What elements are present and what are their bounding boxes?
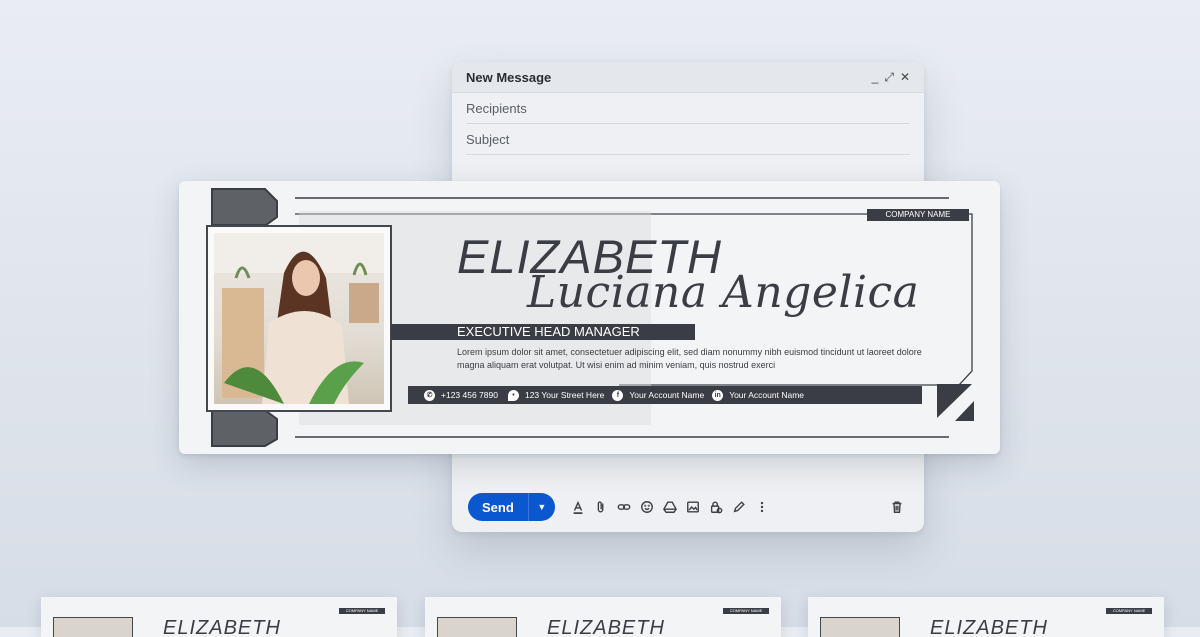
thumbnail-name: ELIZABETH xyxy=(163,617,281,637)
format-text-icon[interactable] xyxy=(567,496,590,519)
profile-illustration xyxy=(214,233,384,404)
link-icon[interactable] xyxy=(613,496,636,519)
contact-phone: ✆ +123 456 7890 xyxy=(424,389,498,401)
thumbnail-company: COMPANY NAME xyxy=(1106,608,1152,614)
drive-icon[interactable] xyxy=(659,496,682,519)
compose-title: New Message xyxy=(466,69,552,85)
attach-icon[interactable] xyxy=(590,496,613,519)
linkedin-text: Your Account Name xyxy=(729,390,805,400)
contact-address: • 123 Your Street Here xyxy=(507,389,605,401)
more-icon[interactable] xyxy=(751,496,774,519)
image-icon[interactable] xyxy=(682,496,705,519)
job-title: EXECUTIVE HEAD MANAGER xyxy=(391,324,695,340)
send-label: Send xyxy=(482,499,514,515)
minimize-icon[interactable]: _ xyxy=(872,71,879,83)
last-name-script: Luciana Angelica xyxy=(527,267,920,318)
thumbnail-name: ELIZABETH xyxy=(547,617,665,637)
template-thumbnail-2[interactable]: COMPANY NAME ELIZABETH xyxy=(425,597,781,637)
close-icon[interactable]: ✕ xyxy=(900,71,910,83)
facebook-text: Your Account Name xyxy=(629,390,705,400)
send-button[interactable]: Send ▼ xyxy=(468,493,555,521)
thumbnail-name: ELIZABETH xyxy=(930,617,1048,637)
profile-photo-frame xyxy=(206,225,392,412)
facebook-icon: f xyxy=(612,389,624,401)
bio-text: Lorem ipsum dolor sit amet, consectetuer… xyxy=(457,347,922,370)
contact-facebook[interactable]: f Your Account Name xyxy=(612,389,705,401)
thumbnail-company: COMPANY NAME xyxy=(723,608,769,614)
recipients-field[interactable]: Recipients xyxy=(466,93,910,124)
compose-header: New Message _ ⤢ ✕ xyxy=(452,62,924,93)
linkedin-icon: in xyxy=(712,389,724,401)
template-thumbnail-1[interactable]: COMPANY NAME ELIZABETH xyxy=(41,597,397,637)
emoji-icon[interactable] xyxy=(636,496,659,519)
contact-bar: ✆ +123 456 7890 • 123 Your Street Here f… xyxy=(408,386,922,404)
thumbnail-photo xyxy=(53,617,133,637)
expand-icon[interactable]: ⤢ xyxy=(884,71,894,83)
email-signature-card: COMPANY NAME ELIZABETH Luciana Angelica … xyxy=(179,181,1000,454)
address-text: 123 Your Street Here xyxy=(524,390,605,400)
lock-icon[interactable] xyxy=(705,496,728,519)
thumbnail-photo xyxy=(820,617,900,637)
subject-field[interactable]: Subject xyxy=(466,124,910,155)
trash-icon[interactable] xyxy=(885,496,908,519)
location-pin-icon: • xyxy=(507,389,519,401)
contact-linkedin[interactable]: in Your Account Name xyxy=(712,389,805,401)
phone-icon: ✆ xyxy=(424,389,435,401)
thumbnail-company: COMPANY NAME xyxy=(339,608,385,614)
profile-photo xyxy=(214,233,384,404)
phone-text: +123 456 7890 xyxy=(441,390,498,400)
pen-icon[interactable] xyxy=(728,496,751,519)
thumbnail-photo xyxy=(437,617,517,637)
template-thumbnail-3[interactable]: COMPANY NAME ELIZABETH xyxy=(808,597,1164,637)
compose-toolbar: Send ▼ xyxy=(468,492,908,522)
send-options-icon[interactable]: ▼ xyxy=(527,493,555,521)
company-name-badge: COMPANY NAME xyxy=(867,209,969,221)
